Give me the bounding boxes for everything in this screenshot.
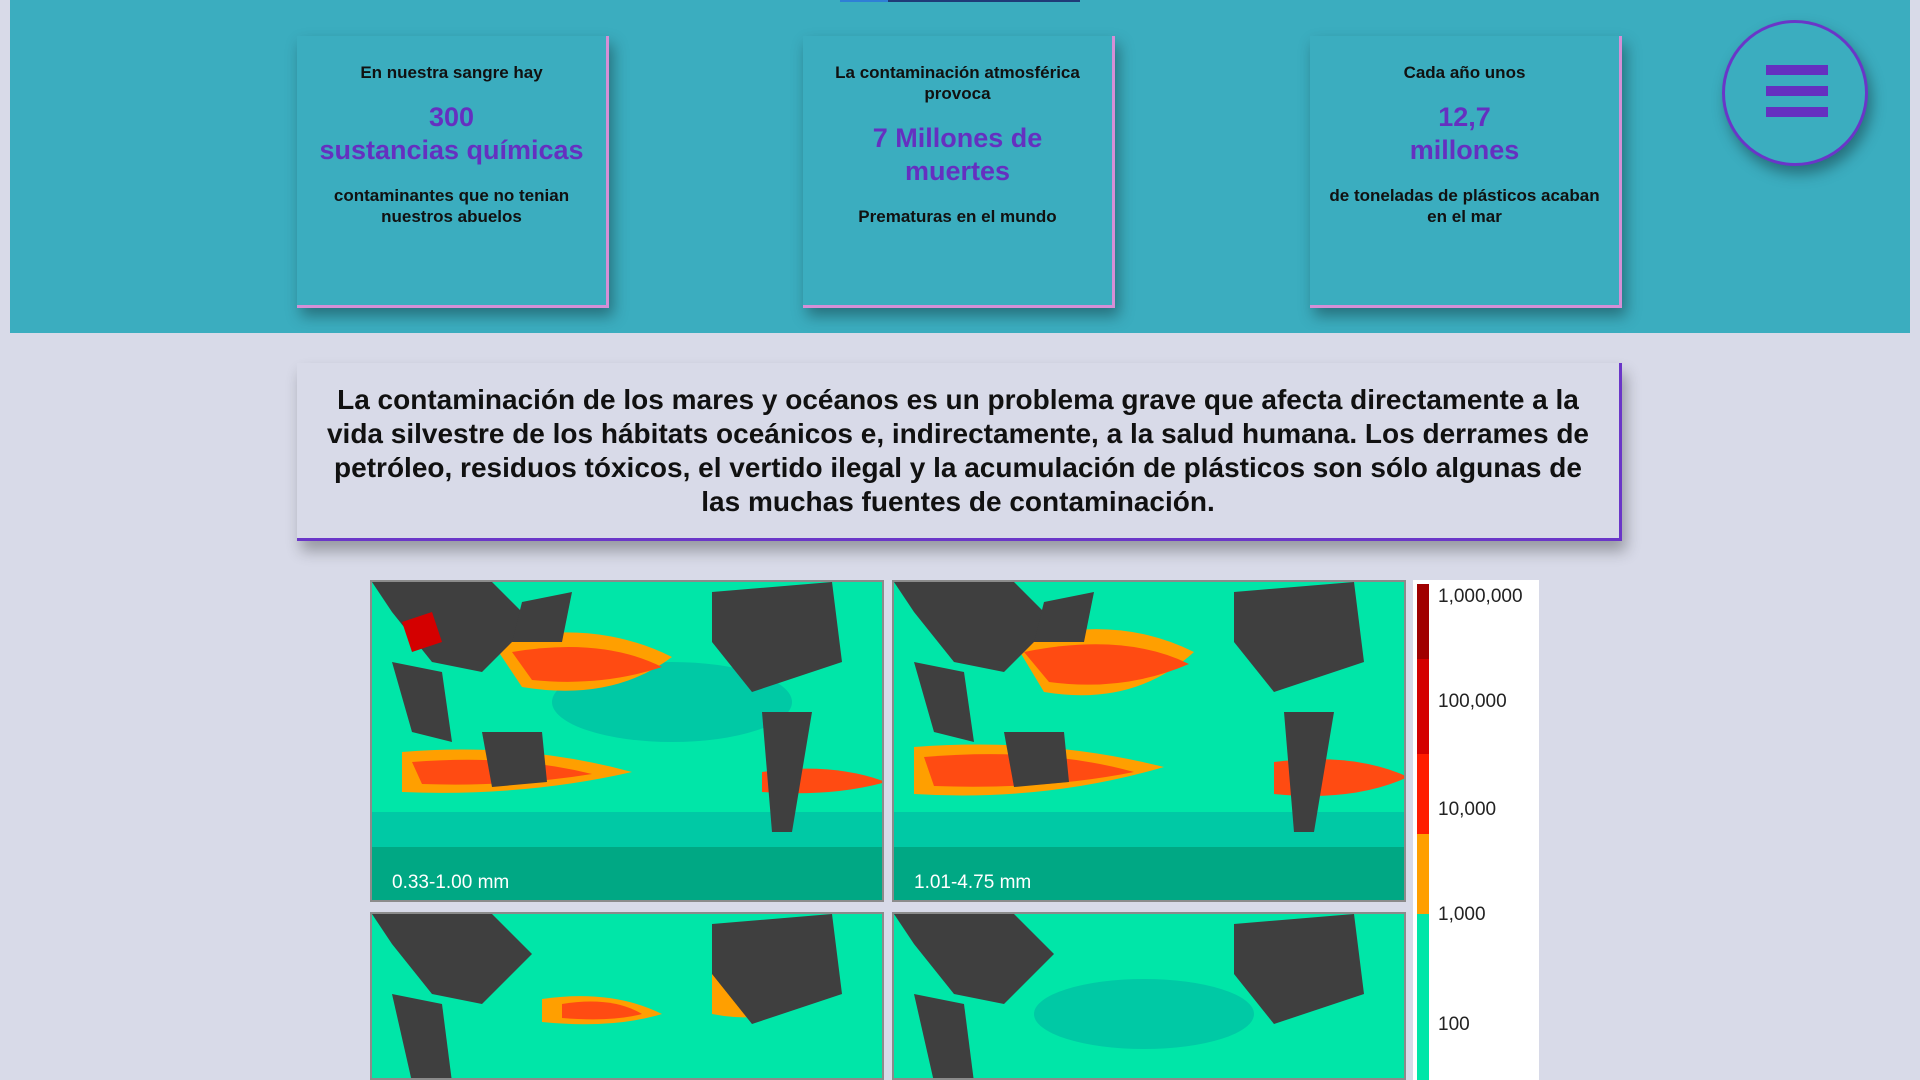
menu-button[interactable] [1722, 20, 1868, 166]
colorbar-tick: 1,000,000 [1438, 586, 1523, 607]
colorbar-segment [1417, 584, 1429, 659]
stat-outro: de toneladas de plásticos acaban en el m… [1329, 186, 1600, 226]
map-panel-2: 1.01-4.75 mm [892, 580, 1406, 902]
world-map-image [894, 914, 1404, 1078]
intro-text-box: La contaminación de los mares y océanos … [297, 363, 1622, 541]
stat-value-line1: 300 [428, 102, 475, 132]
stat-card-plastics: Cada año unos 12,7 millones de toneladas… [1310, 36, 1622, 308]
stat-value-line2: muertes [904, 156, 1011, 186]
stat-outro: Prematuras en el mundo [858, 207, 1057, 226]
colorbar-segment [1417, 659, 1429, 754]
stat-value-line2: sustancias químicas [319, 135, 584, 165]
colorbar-tick: 100,000 [1438, 691, 1507, 712]
stat-value-line2: millones [1409, 135, 1520, 165]
microplastics-figure: 0.33-1.00 mm 1.01-4.75 mm 1,000,000 100,… [370, 580, 1540, 1080]
colorbar-segment [1417, 834, 1429, 914]
colorbar-legend: 1,000,000 100,000 10,000 1,000 100 [1413, 580, 1539, 1080]
stat-card-chemicals: En nuestra sangre hay 300 sustancias quí… [297, 36, 609, 308]
stat-outro: contaminantes que no tenian nuestros abu… [333, 186, 570, 226]
stat-value: 12,7 millones [1322, 101, 1607, 167]
stat-value-line1: 7 Millones de [872, 123, 1043, 153]
map-size-label: 0.33-1.00 mm [392, 872, 510, 893]
colorbar-tick: 1,000 [1438, 904, 1486, 925]
stat-card-air-pollution: La contaminación atmosférica provoca 7 M… [803, 36, 1115, 308]
world-map-image [372, 914, 882, 1078]
map-panel-4 [892, 912, 1406, 1080]
top-link-underline[interactable] [840, 0, 1080, 2]
stat-intro: La contaminación atmosférica provoca [835, 63, 1080, 103]
colorbar-tick: 10,000 [1438, 799, 1497, 820]
map-panel-3 [370, 912, 884, 1080]
world-map-image [372, 582, 882, 900]
stat-value: 300 sustancias químicas [309, 101, 594, 167]
stat-intro: En nuestra sangre hay [360, 63, 543, 82]
map-panel-1: 0.33-1.00 mm [370, 580, 884, 902]
world-map-image [894, 582, 1404, 900]
colorbar-tick: 100 [1438, 1014, 1470, 1035]
intro-paragraph: La contaminación de los mares y océanos … [326, 383, 1590, 517]
colorbar-segment [1417, 754, 1429, 834]
colorbar-segment [1417, 914, 1429, 1080]
map-size-label: 1.01-4.75 mm [914, 872, 1032, 893]
stat-intro: Cada año unos [1403, 63, 1526, 82]
stat-value-line1: 12,7 [1438, 102, 1491, 132]
stat-value: 7 Millones de muertes [815, 122, 1100, 188]
